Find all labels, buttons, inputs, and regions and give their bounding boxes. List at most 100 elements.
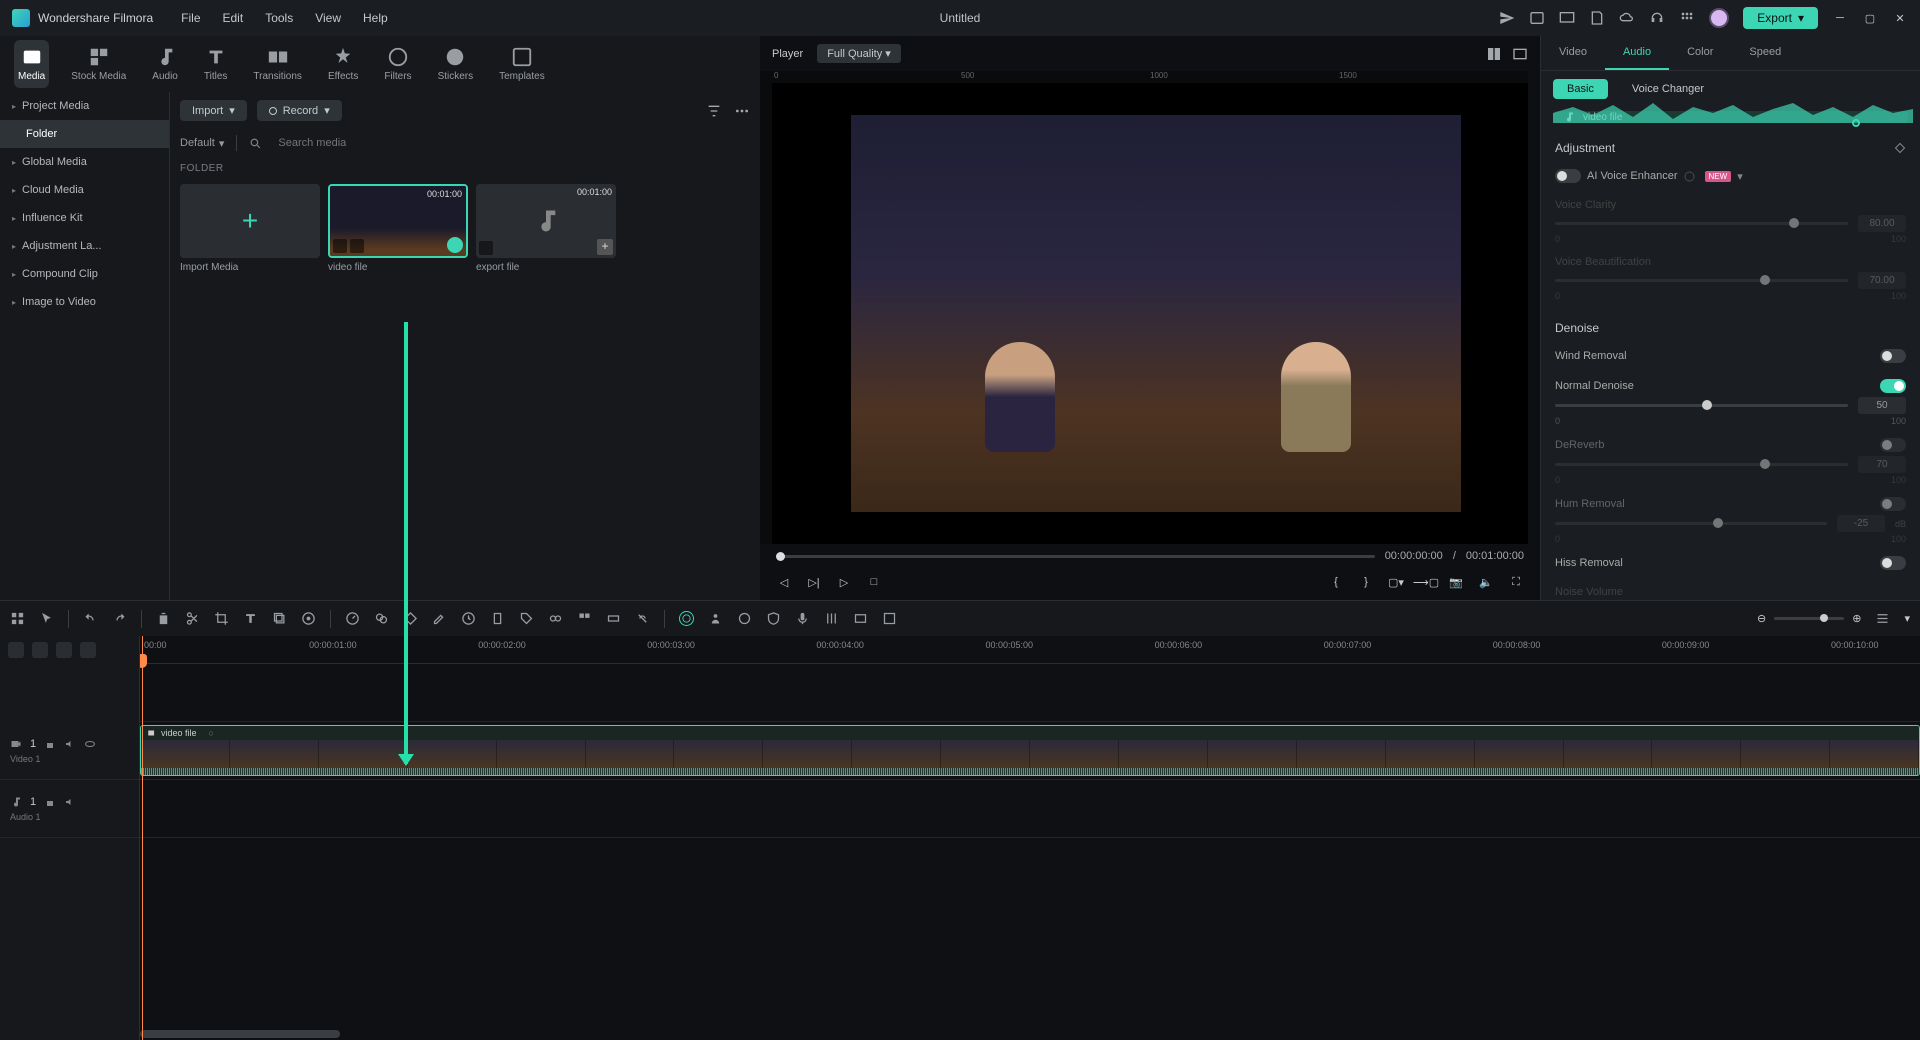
toggle-hiss-removal[interactable] [1880,556,1906,570]
expand-icon[interactable] [606,611,621,626]
mixer-icon[interactable] [824,611,839,626]
menu-view[interactable]: View [315,11,341,25]
tab-titles[interactable]: Titles [200,40,232,88]
sidebar-item-adjustment-layer[interactable]: ▸Adjustment La... [0,232,169,260]
cursor-icon[interactable] [39,611,54,626]
zoom-slider[interactable] [1774,617,1844,620]
subject-track-icon[interactable] [708,611,723,626]
more-icon[interactable] [734,103,750,119]
track-head-audio-1[interactable]: 1 Audio 1 [0,780,139,838]
tab-stickers[interactable]: Stickers [434,40,478,88]
zoom-out-button[interactable]: ⊖ [1757,612,1766,625]
visibility-icon[interactable] [84,738,96,750]
menu-file[interactable]: File [181,11,200,25]
mark-out-button[interactable]: } [1358,574,1374,590]
sidebar-item-cloud-media[interactable]: ▸Cloud Media [0,176,169,204]
grid-icon[interactable] [10,611,25,626]
timeline-options[interactable] [0,636,139,664]
clock-icon[interactable] [461,611,476,626]
toggle-normal-denoise[interactable] [1880,379,1906,393]
sidebar-item-image-to-video[interactable]: ▸Image to Video [0,288,169,316]
snapshot-export-icon[interactable] [1512,46,1528,62]
display-out-button[interactable]: ⟶▢ [1418,574,1434,590]
render-icon[interactable] [882,611,897,626]
subtab-voice-changer[interactable]: Voice Changer [1618,79,1718,99]
clip-mode-button[interactable]: ▢▾ [1388,574,1404,590]
stop-button[interactable]: □ [866,574,882,590]
audio-waveform-strip[interactable]: video file [1553,111,1908,123]
marker-tool-icon[interactable] [490,611,505,626]
prop-tab-audio[interactable]: Audio [1605,36,1669,70]
zoom-in-button[interactable]: ⊕ [1852,612,1861,625]
layers-icon[interactable] [577,611,592,626]
ai-tool-icon[interactable] [301,611,316,626]
toggle-hum-removal[interactable] [1880,497,1906,511]
media-thumb-export-file[interactable]: 00:01:00 + export file [476,184,616,273]
export-button[interactable]: Export▾ [1743,7,1818,29]
mute-icon[interactable] [64,796,76,808]
apps-icon[interactable] [1679,10,1695,26]
shield-icon[interactable] [766,611,781,626]
window-close[interactable]: ✕ [1892,10,1908,26]
import-media-tile[interactable]: + Import Media [180,184,320,273]
sidebar-item-influence-kit[interactable]: ▸Influence Kit [0,204,169,232]
import-button[interactable]: Import▾ [180,100,247,121]
tab-media[interactable]: Media [14,40,49,88]
prop-tab-video[interactable]: Video [1541,36,1605,70]
timeline-scrollbar[interactable] [140,1030,340,1038]
quality-dropdown[interactable]: Full Quality ▾ [817,44,901,63]
display-icon[interactable] [1559,10,1575,26]
subtab-basic[interactable]: Basic [1553,79,1608,99]
crop-icon[interactable] [214,611,229,626]
sidebar-item-folder[interactable]: Folder [0,120,169,148]
add-to-timeline-button[interactable]: + [597,239,613,255]
tab-audio[interactable]: Audio [148,40,182,88]
window-minimize[interactable]: ─ [1832,10,1848,26]
tab-templates[interactable]: Templates [495,40,549,88]
prop-tab-color[interactable]: Color [1669,36,1731,70]
sort-dropdown[interactable]: Default ▾ [180,137,224,150]
toggle-dereverb[interactable] [1880,438,1906,452]
circle-tool-icon[interactable] [737,611,752,626]
menu-tools[interactable]: Tools [265,11,293,25]
split-icon[interactable] [185,611,200,626]
menu-help[interactable]: Help [363,11,388,25]
track-opt-4[interactable] [80,642,96,658]
record-button[interactable]: Record▾ [257,100,342,121]
mute-icon[interactable] [64,738,76,750]
send-icon[interactable] [1499,10,1515,26]
media-thumb-video-file[interactable]: 00:01:00 video file [328,184,468,273]
speed-icon[interactable] [345,611,360,626]
menu-edit[interactable]: Edit [223,11,244,25]
unlink-icon[interactable] [635,611,650,626]
save-icon[interactable] [1589,10,1605,26]
edit-icon[interactable] [432,611,447,626]
toggle-wind-removal[interactable] [1880,349,1906,363]
slider-hum-removal[interactable] [1555,522,1827,525]
delete-icon[interactable] [156,611,171,626]
slider-normal-denoise[interactable] [1555,404,1848,407]
color-icon[interactable] [374,611,389,626]
tab-transitions[interactable]: Transitions [249,40,306,88]
undo-icon[interactable] [83,611,98,626]
prop-tab-speed[interactable]: Speed [1731,36,1799,70]
preview-canvas[interactable] [784,83,1528,544]
layout-icon[interactable] [1486,46,1502,62]
play-button[interactable]: ▷ [836,574,852,590]
lock-icon[interactable] [44,796,56,808]
timeline-playhead[interactable] [142,636,143,1040]
play-backward-button[interactable]: ▷| [806,574,822,590]
tab-stock-media[interactable]: Stock Media [67,40,130,88]
snapshot-button[interactable]: 📷 [1448,574,1464,590]
sidebar-item-global-media[interactable]: ▸Global Media [0,148,169,176]
list-view-icon[interactable] [1875,611,1890,626]
track-opt-2[interactable] [32,642,48,658]
text-icon[interactable] [243,611,258,626]
player-scrubber[interactable] [776,555,1375,558]
sidebar-item-project-media[interactable]: ▸Project Media [0,92,169,120]
user-avatar[interactable] [1709,8,1729,28]
copy-icon[interactable] [272,611,287,626]
slider-dereverb[interactable] [1555,463,1848,466]
library-icon[interactable] [1529,10,1545,26]
filter-icon[interactable] [706,103,722,119]
